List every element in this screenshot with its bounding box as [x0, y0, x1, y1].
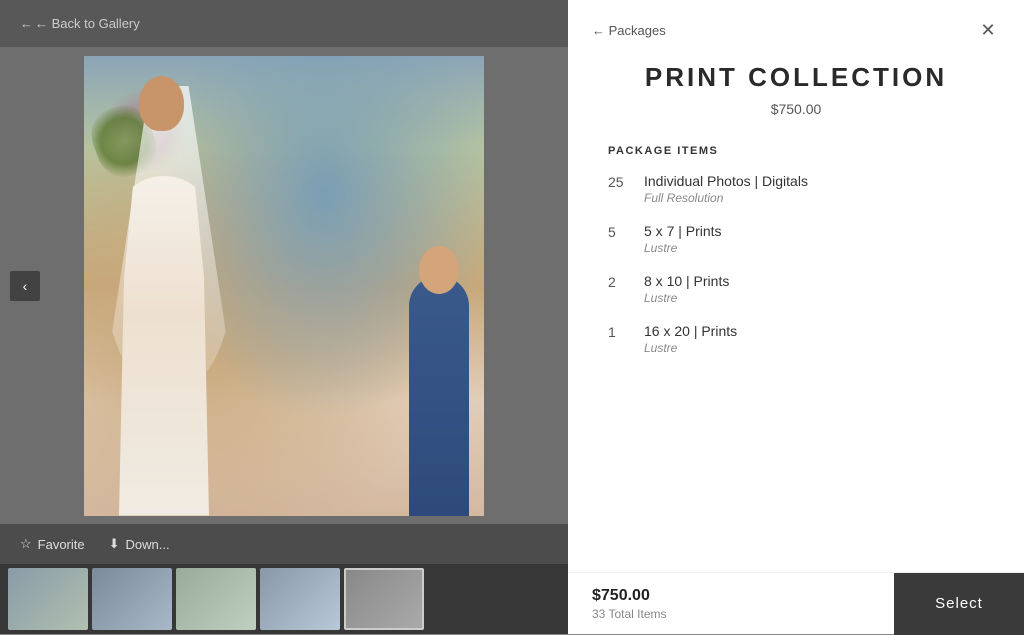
main-photo — [84, 56, 484, 516]
close-icon: ✕ — [980, 20, 995, 41]
package-title: PRINT COLLECTION — [608, 62, 984, 93]
footer-price: $750.00 — [592, 587, 870, 605]
thumbnails-bar — [0, 564, 568, 634]
item-qty-4: 1 — [608, 323, 628, 340]
item-sub-4: Lustre — [644, 341, 984, 355]
package-content: PRINT COLLECTION $750.00 PACKAGE ITEMS 2… — [568, 42, 1024, 572]
item-details-4: 16 x 20 | Prints Lustre — [644, 323, 984, 355]
footer-price-area: $750.00 33 Total Items — [568, 587, 894, 621]
thumbnail-2[interactable] — [92, 568, 172, 630]
item-details-3: 8 x 10 | Prints Lustre — [644, 273, 984, 305]
item-name-2: 5 x 7 | Prints — [644, 223, 984, 239]
thumbnail-4[interactable] — [260, 568, 340, 630]
list-item: 5 5 x 7 | Prints Lustre — [608, 223, 984, 255]
package-items-list: 25 Individual Photos | Digitals Full Res… — [608, 173, 984, 355]
favorite-button[interactable]: ☆ Favorite — [20, 536, 85, 552]
item-qty-1: 25 — [608, 173, 628, 190]
packages-back-button[interactable]: ← Packages — [592, 23, 666, 38]
back-to-gallery[interactable]: ← ← Back to Gallery — [0, 0, 568, 47]
item-details-1: Individual Photos | Digitals Full Resolu… — [644, 173, 984, 205]
item-name-1: Individual Photos | Digitals — [644, 173, 984, 189]
select-button[interactable]: Select — [894, 573, 1024, 635]
thumbnail-5[interactable] — [344, 568, 424, 630]
thumbnail-3[interactable] — [176, 568, 256, 630]
back-arrow-icon: ← — [20, 16, 33, 31]
item-name-3: 8 x 10 | Prints — [644, 273, 984, 289]
back-packages-label: ← Packages — [592, 23, 666, 38]
item-sub-3: Lustre — [644, 291, 984, 305]
package-footer: $750.00 33 Total Items Select — [568, 572, 1024, 634]
star-icon: ☆ — [20, 536, 32, 552]
footer-total-items: 33 Total Items — [592, 607, 870, 621]
item-qty-3: 2 — [608, 273, 628, 290]
left-arrow-button[interactable]: ‹ — [10, 271, 40, 301]
action-bar: ☆ Favorite ⬇ Down... — [0, 524, 568, 564]
back-label: ← Back to Gallery — [35, 16, 140, 31]
list-item: 2 8 x 10 | Prints Lustre — [608, 273, 984, 305]
item-qty-2: 5 — [608, 223, 628, 240]
item-name-4: 16 x 20 | Prints — [644, 323, 984, 339]
section-label: PACKAGE ITEMS — [608, 145, 984, 157]
item-sub-2: Lustre — [644, 241, 984, 255]
download-icon: ⬇ — [109, 536, 120, 552]
thumbnail-1[interactable] — [8, 568, 88, 630]
left-chevron-icon: ‹ — [23, 278, 28, 294]
panel-header: ← Packages ✕ — [568, 0, 1024, 42]
favorite-label: Favorite — [38, 537, 85, 552]
item-details-2: 5 x 7 | Prints Lustre — [644, 223, 984, 255]
close-button[interactable]: ✕ — [976, 18, 1000, 42]
download-button[interactable]: ⬇ Down... — [109, 536, 170, 552]
list-item: 1 16 x 20 | Prints Lustre — [608, 323, 984, 355]
item-sub-1: Full Resolution — [644, 191, 984, 205]
gallery-panel: ← ← Back to Gallery ‹ ☆ Favo — [0, 0, 568, 634]
package-price: $750.00 — [608, 101, 984, 117]
package-panel: ← Packages ✕ PRINT COLLECTION $750.00 PA… — [568, 0, 1024, 634]
main-image-area: ‹ — [0, 47, 568, 524]
list-item: 25 Individual Photos | Digitals Full Res… — [608, 173, 984, 205]
download-label: Down... — [126, 537, 170, 552]
